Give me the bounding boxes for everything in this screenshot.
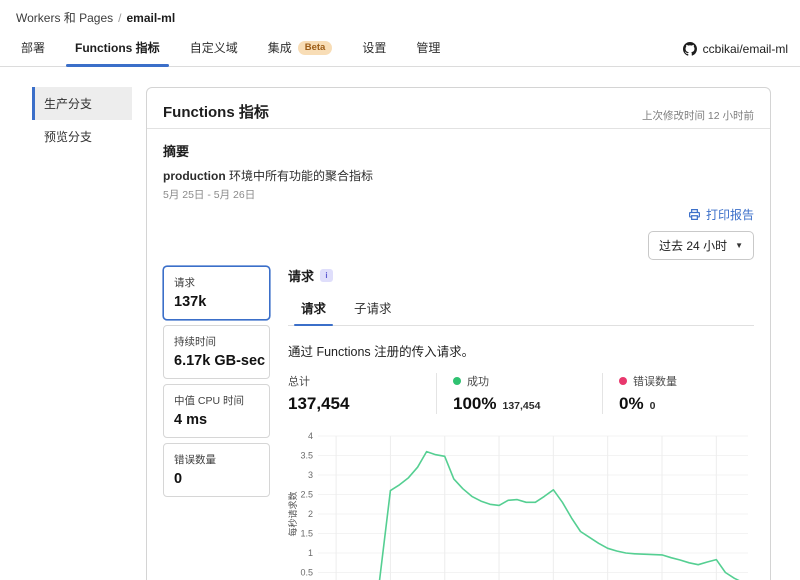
svg-text:0.5: 0.5 (300, 568, 313, 578)
stat-errors: 错误数量 0% 0 (602, 373, 691, 414)
tab-settings[interactable]: 设置 (347, 31, 401, 66)
stat-label: 错误数量 (633, 373, 677, 389)
github-icon (683, 42, 697, 56)
requests-panel: 请求 i 请求 子请求 通过 Functions 注册的传入请求。 总计 137… (288, 266, 754, 580)
metric-label: 错误数量 (174, 452, 259, 467)
environment-name: production (163, 169, 226, 183)
panel-title: 请求 (288, 266, 314, 285)
breadcrumb-current: email-ml (127, 11, 176, 25)
branch-sidebar: 生产分支 预览分支 (32, 87, 132, 153)
tab-manage[interactable]: 管理 (401, 31, 455, 66)
stat-sub-value: 0 (650, 400, 656, 412)
date-range: 5月 25日 - 5月 26日 (163, 187, 754, 202)
info-icon[interactable]: i (320, 269, 333, 282)
error-dot-icon (619, 377, 627, 385)
tab-bar: 部署 Functions 指标 自定义域 集成 Beta 设置 管理 ccbik… (0, 31, 800, 67)
page-content: 生产分支 预览分支 Functions 指标 上次修改时间 12 小时前 摘要 … (0, 67, 800, 580)
metric-label: 中值 CPU 时间 (174, 393, 259, 408)
sidebar-item-label: 生产分支 (44, 97, 92, 111)
summary-description: production 环境中所有功能的聚合指标 (163, 167, 754, 184)
svg-text:4: 4 (308, 431, 313, 441)
time-range-dropdown[interactable]: 过去 24 小时 ▼ (648, 231, 754, 260)
sidebar-item-production-branch[interactable]: 生产分支 (32, 87, 132, 120)
svg-text:每秒请求数: 每秒请求数 (288, 491, 298, 536)
tab-requests[interactable]: 请求 (288, 292, 339, 325)
time-range-row: 过去 24 小时 ▼ (163, 231, 754, 260)
tab-label: 自定义域 (190, 39, 238, 56)
stat-value: 137,454 (288, 394, 349, 414)
stat-label: 成功 (467, 373, 489, 389)
beta-badge: Beta (298, 41, 333, 55)
stat-value: 0% (619, 394, 644, 414)
tab-label: 集成 (268, 39, 292, 56)
sidebar-item-label: 预览分支 (44, 130, 92, 144)
tab-functions-metrics[interactable]: Functions 指标 (60, 31, 175, 66)
card-header: Functions 指标 上次修改时间 12 小时前 (147, 88, 770, 129)
metric-card-requests[interactable]: 请求 137k (163, 266, 270, 320)
requests-line-chart: 00.511.522.533.5409:0012:0015:0018:0021:… (288, 424, 754, 580)
sidebar-item-preview-branch[interactable]: 预览分支 (32, 120, 132, 153)
metric-label: 请求 (174, 275, 259, 290)
tab-label: 部署 (21, 39, 45, 56)
panel-description: 通过 Functions 注册的传入请求。 (288, 341, 754, 360)
metric-label: 持续时间 (174, 334, 259, 349)
functions-metrics-card: Functions 指标 上次修改时间 12 小时前 摘要 production… (146, 87, 771, 580)
metric-value: 137k (174, 294, 259, 310)
svg-text:1: 1 (308, 548, 313, 558)
print-report-row: 打印报告 (163, 206, 754, 223)
metric-card-errors[interactable]: 错误数量 0 (163, 443, 270, 497)
chart-svg: 00.511.522.533.5409:0012:0015:0018:0021:… (288, 424, 754, 580)
print-report-link[interactable]: 打印报告 (688, 206, 754, 223)
svg-text:1.5: 1.5 (300, 529, 313, 539)
svg-text:2.5: 2.5 (300, 490, 313, 500)
metrics-main-row: 请求 137k 持续时间 6.17k GB-sec 中值 CPU 时间 4 ms… (163, 266, 754, 580)
svg-text:2: 2 (308, 509, 313, 519)
card-body: 摘要 production 环境中所有功能的聚合指标 5月 25日 - 5月 2… (147, 129, 770, 580)
print-report-label: 打印报告 (706, 206, 754, 223)
breadcrumb-root[interactable]: Workers 和 Pages (16, 11, 113, 25)
success-dot-icon (453, 377, 461, 385)
printer-icon (688, 208, 701, 221)
breadcrumb-separator: / (118, 11, 121, 25)
summary-heading: 摘要 (163, 141, 754, 160)
sub-tab-label: 请求 (301, 302, 326, 316)
metric-card-duration[interactable]: 持续时间 6.17k GB-sec (163, 325, 270, 379)
chevron-down-icon: ▼ (735, 241, 743, 250)
tab-label: Functions 指标 (75, 39, 160, 56)
metric-card-median-cpu[interactable]: 中值 CPU 时间 4 ms (163, 384, 270, 438)
breadcrumb: Workers 和 Pages / email-ml (0, 0, 800, 31)
sub-tab-label: 子请求 (354, 302, 392, 316)
stat-total: 总计 137,454 (288, 373, 436, 414)
metric-value: 6.17k GB-sec (174, 353, 259, 369)
stat-label: 总计 (288, 373, 310, 389)
stat-value: 100% (453, 394, 496, 414)
metric-value: 0 (174, 471, 259, 487)
last-modified-text: 上次修改时间 12 小时前 (642, 108, 754, 123)
tab-subrequests[interactable]: 子请求 (341, 292, 405, 325)
time-range-value: 过去 24 小时 (659, 237, 727, 254)
tab-deployments[interactable]: 部署 (6, 31, 60, 66)
svg-text:3.5: 3.5 (300, 451, 313, 461)
repo-name: ccbikai/email-ml (703, 42, 788, 56)
tab-integrations[interactable]: 集成 Beta (253, 31, 348, 66)
stat-sub-value: 137,454 (502, 400, 540, 412)
tab-custom-domains[interactable]: 自定义域 (175, 31, 253, 66)
metric-card-column: 请求 137k 持续时间 6.17k GB-sec 中值 CPU 时间 4 ms… (163, 266, 270, 580)
svg-text:3: 3 (308, 470, 313, 480)
stats-row: 总计 137,454 成功 100% 137,454 (288, 373, 754, 414)
requests-sub-tabs: 请求 子请求 (288, 292, 754, 326)
metric-value: 4 ms (174, 412, 259, 428)
tab-label: 管理 (416, 39, 440, 56)
summary-rest: 环境中所有功能的聚合指标 (226, 169, 373, 183)
stat-success: 成功 100% 137,454 (436, 373, 602, 414)
tab-label: 设置 (362, 39, 386, 56)
repo-link[interactable]: ccbikai/email-ml (683, 42, 788, 56)
panel-title-row: 请求 i (288, 266, 754, 285)
